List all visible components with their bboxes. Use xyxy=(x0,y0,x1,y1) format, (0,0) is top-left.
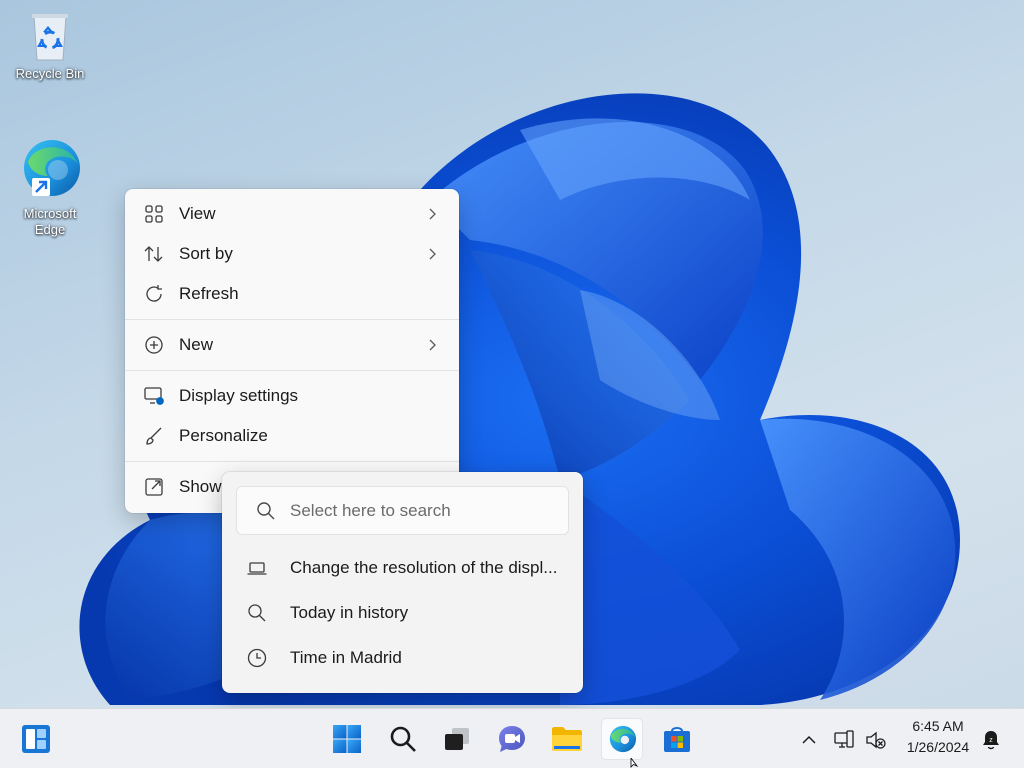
task-view-button[interactable] xyxy=(437,719,477,759)
menu-item-label: Refresh xyxy=(179,284,239,303)
search-input[interactable] xyxy=(290,500,550,521)
windows-start-icon xyxy=(333,725,361,753)
search-icon xyxy=(246,602,268,624)
brush-icon xyxy=(143,425,165,447)
menu-item-view[interactable]: View xyxy=(129,196,455,232)
desktop-icon-edge[interactable]: Microsoft Edge xyxy=(8,138,92,238)
menu-item-refresh[interactable]: Refresh xyxy=(129,276,455,312)
external-icon xyxy=(143,476,165,498)
search-icon xyxy=(390,726,416,752)
search-result-resolution[interactable]: Change the resolution of the displ... xyxy=(246,550,576,586)
menu-item-sort-by[interactable]: Sort by xyxy=(129,236,455,272)
search-result-time[interactable]: Time in Madrid xyxy=(246,640,576,676)
notification-bell-icon: z xyxy=(983,731,999,750)
search-result-history[interactable]: Today in history xyxy=(246,595,576,631)
search-icon xyxy=(257,501,275,519)
widgets-button[interactable] xyxy=(16,719,56,759)
search-box[interactable] xyxy=(236,486,569,535)
menu-item-display-settings[interactable]: Display settings xyxy=(129,378,455,414)
taskbar-clock[interactable]: 6:45 AM 1/26/2024 xyxy=(896,716,980,758)
store-icon xyxy=(664,727,690,752)
start-button[interactable] xyxy=(327,719,367,759)
sort-icon xyxy=(143,243,165,265)
svg-text:z: z xyxy=(989,737,993,744)
menu-separator xyxy=(125,319,459,320)
volume-muted-icon xyxy=(866,731,886,749)
taskbar-search-button[interactable] xyxy=(383,719,423,759)
network-button[interactable] xyxy=(833,729,855,751)
microsoft-store-button[interactable] xyxy=(657,719,697,759)
chevron-up-icon xyxy=(802,735,816,744)
taskbar: z xyxy=(0,708,1024,768)
menu-item-label: Personalize xyxy=(179,426,268,445)
desktop-icon-label: Recycle Bin xyxy=(15,66,85,81)
menu-item-label: Display settings xyxy=(179,386,299,405)
grid-icon xyxy=(143,203,165,225)
refresh-icon xyxy=(143,283,165,305)
edge-taskbar-button[interactable] xyxy=(602,719,642,759)
clock-icon xyxy=(246,647,268,669)
search-popup: Change the resolution of the displ... To… xyxy=(222,472,583,693)
plus-circle-icon xyxy=(143,334,165,356)
display-settings-icon xyxy=(143,385,165,407)
show-hidden-icons-button[interactable] xyxy=(798,729,820,751)
widgets-icon xyxy=(22,725,50,753)
teams-chat-button[interactable] xyxy=(492,719,532,759)
notifications-button[interactable]: z xyxy=(980,729,1002,751)
chevron-right-icon xyxy=(429,339,436,351)
edge-icon xyxy=(24,140,80,196)
search-result-label: Time in Madrid xyxy=(290,648,402,667)
menu-item-label: View xyxy=(179,204,216,223)
desktop-context-menu: View Sort by Refresh New Display setting… xyxy=(125,189,459,513)
mouse-cursor-icon xyxy=(630,758,639,768)
clock-time: 6:45 AM xyxy=(912,718,964,734)
network-icon xyxy=(834,730,854,748)
search-result-label: Today in history xyxy=(290,603,409,622)
laptop-icon xyxy=(246,557,268,579)
folder-icon xyxy=(552,727,582,751)
desktop-icon-recycle-bin[interactable]: Recycle Bin xyxy=(8,10,92,82)
clock-date: 1/26/2024 xyxy=(906,739,970,755)
menu-separator xyxy=(125,461,459,462)
recycle-bin-icon xyxy=(32,14,68,61)
chevron-right-icon xyxy=(429,248,436,260)
chat-icon xyxy=(499,726,525,752)
volume-button[interactable] xyxy=(865,729,887,751)
task-view-icon xyxy=(445,728,469,750)
menu-item-label: New xyxy=(179,335,214,354)
desktop-icon-label: Microsoft Edge xyxy=(23,206,77,237)
edge-icon xyxy=(609,725,637,753)
menu-item-label: Show xyxy=(179,477,222,496)
menu-item-personalize[interactable]: Personalize xyxy=(129,418,455,454)
menu-separator xyxy=(125,370,459,371)
chevron-right-icon xyxy=(429,208,436,220)
file-explorer-button[interactable] xyxy=(547,719,587,759)
menu-item-new[interactable]: New xyxy=(129,327,455,363)
search-result-label: Change the resolution of the displ... xyxy=(290,558,558,577)
menu-item-label: Sort by xyxy=(179,244,233,263)
